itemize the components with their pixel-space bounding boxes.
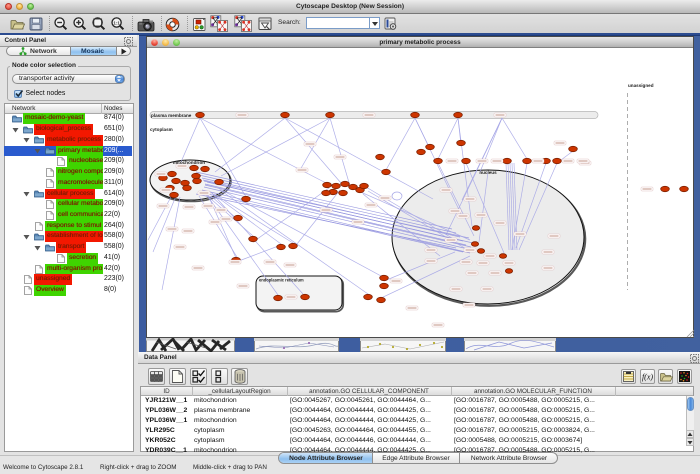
svg-text:cytoplasm: cytoplasm [150,127,173,132]
svg-text:f(x): f(x) [642,373,653,382]
svg-text:mitochondrion: mitochondrion [173,160,205,165]
svg-text:nucleus: nucleus [479,170,497,175]
svg-text:endoplasmic reticulum: endoplasmic reticulum [259,278,304,283]
svg-text:unassigned: unassigned [628,83,654,88]
svg-text:plasma membrane: plasma membrane [151,113,192,118]
svg-text:1:1: 1:1 [113,20,120,25]
